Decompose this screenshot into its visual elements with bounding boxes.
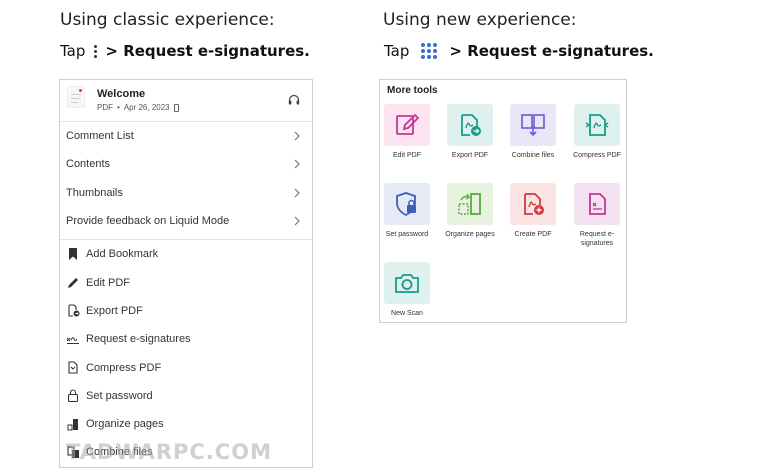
tool-edit-pdf[interactable]: Edit PDF xyxy=(377,104,437,160)
combine-icon xyxy=(66,445,80,459)
menu-item-label: Comment List xyxy=(66,130,134,143)
organize-pages-icon xyxy=(447,183,493,225)
menu-item-label: Thumbnails xyxy=(66,186,123,199)
edit-pdf-icon xyxy=(384,104,430,146)
file-meta: PDF • Apr 26, 2023 xyxy=(97,103,179,112)
set-password-icon xyxy=(384,183,430,225)
device-icon xyxy=(173,103,179,112)
tool-label: Set password xyxy=(385,231,429,238)
tool-item-label: Set password xyxy=(86,389,153,402)
chevron-right-icon xyxy=(294,188,300,198)
tool-label: Combine files xyxy=(511,152,555,159)
tool-item-label: Add Bookmark xyxy=(86,248,159,261)
tool-item-organize-pages[interactable]: Organize pages xyxy=(60,410,312,438)
file-header[interactable]: Welcome PDF • Apr 26, 2023 xyxy=(60,80,312,122)
tool-export-pdf[interactable]: Export PDF xyxy=(440,104,500,160)
organize-icon xyxy=(66,417,80,431)
signature-icon xyxy=(66,332,80,346)
tool-create-pdf[interactable]: Create PDF xyxy=(503,183,563,239)
tool-item-edit-pdf[interactable]: Edit PDF xyxy=(60,268,312,296)
compress-pdf-icon xyxy=(574,104,620,146)
app-grid-icon xyxy=(421,43,438,59)
menu-item-feedback[interactable]: Provide feedback on Liquid Mode xyxy=(60,207,312,235)
tool-item-combine-files[interactable]: Combine files xyxy=(60,438,312,466)
meta-separator: • xyxy=(117,103,120,112)
headphones-icon[interactable] xyxy=(288,94,300,105)
menu-item-contents[interactable]: Contents xyxy=(60,150,312,178)
tool-item-export-pdf[interactable]: Export PDF xyxy=(60,297,312,325)
combine-files-icon xyxy=(510,104,556,146)
pencil-icon xyxy=(66,276,80,290)
tool-item-label: Combine files xyxy=(86,446,153,459)
tool-item-label: Request e-signatures xyxy=(86,333,191,346)
tool-label: Edit PDF xyxy=(392,152,421,159)
file-date: Apr 26, 2023 xyxy=(123,103,170,112)
tool-set-password[interactable]: Set password xyxy=(377,183,437,239)
tap-label: Tap xyxy=(60,42,86,60)
camera-icon xyxy=(384,262,430,304)
tap-label: Tap xyxy=(384,42,410,60)
tool-label: Compress PDF xyxy=(573,152,621,159)
tool-item-request-esignatures[interactable]: Request e-signatures xyxy=(60,325,312,353)
file-type: PDF xyxy=(97,103,113,112)
tool-label: New Scan xyxy=(391,310,423,317)
panel-title: More tools xyxy=(387,85,438,96)
new-action-label: > Request e-signatures. xyxy=(449,42,654,60)
file-name: Welcome xyxy=(97,88,146,100)
tool-item-add-bookmark[interactable]: Add Bookmark xyxy=(60,240,312,268)
bookmark-icon xyxy=(66,247,80,261)
chevron-right-icon xyxy=(294,159,300,169)
export-pdf-icon xyxy=(447,104,493,146)
new-heading: Using new experience: xyxy=(383,10,577,30)
tool-item-label: Export PDF xyxy=(86,304,143,317)
tool-new-scan[interactable]: New Scan xyxy=(377,262,437,318)
tool-label: Export PDF xyxy=(451,152,489,159)
classic-action-label: > Request e-signatures. xyxy=(105,42,310,60)
tool-item-compress-pdf[interactable]: Compress PDF xyxy=(60,353,312,381)
new-instruction: Tap > Request e-signatures. xyxy=(384,42,654,60)
menu-item-label: Contents xyxy=(66,158,111,171)
tool-combine-files[interactable]: Combine files xyxy=(503,104,563,160)
classic-heading: Using classic experience: xyxy=(60,10,275,30)
menu-item-thumbnails[interactable]: Thumbnails xyxy=(60,179,312,207)
export-pdf-icon xyxy=(66,304,80,318)
tool-request-esignatures[interactable]: Request e-signatures xyxy=(567,183,627,248)
classic-instruction: Tap > Request e-signatures. xyxy=(60,42,310,60)
tool-label: Create PDF xyxy=(514,231,552,238)
tool-item-label: Edit PDF xyxy=(86,276,131,289)
tool-item-set-password[interactable]: Set password xyxy=(60,382,312,410)
compress-icon xyxy=(66,361,80,375)
menu-item-label: Provide feedback on Liquid Mode xyxy=(66,215,230,228)
tool-item-label: Compress PDF xyxy=(86,361,162,374)
create-pdf-icon xyxy=(510,183,556,225)
more-options-icon xyxy=(91,44,99,58)
lock-icon xyxy=(66,389,80,403)
request-esign-icon xyxy=(574,183,620,225)
tool-item-label: Organize pages xyxy=(86,418,164,431)
chevron-right-icon xyxy=(294,216,300,226)
more-tools-panel: More tools Edit PDF Export PDF Combine f… xyxy=(379,79,627,323)
chevron-right-icon xyxy=(294,131,300,141)
file-thumbnail xyxy=(67,86,85,108)
menu-item-comment-list[interactable]: Comment List xyxy=(60,122,312,150)
tool-organize-pages[interactable]: Organize pages xyxy=(440,183,500,239)
tool-label: Request e-signatures xyxy=(579,231,615,247)
tool-label: Organize pages xyxy=(445,231,495,238)
tool-compress-pdf[interactable]: Compress PDF xyxy=(567,104,627,160)
classic-menu-panel: Welcome PDF • Apr 26, 2023 Comment List … xyxy=(59,79,313,468)
